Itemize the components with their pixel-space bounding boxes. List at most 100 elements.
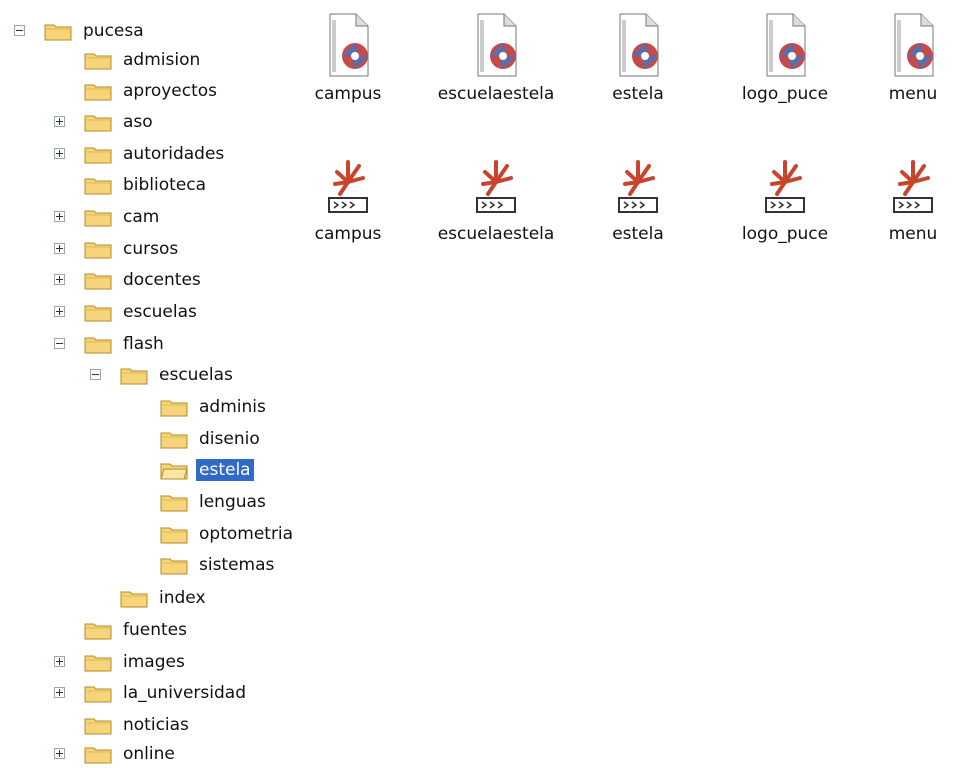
tree-row-aproyectos[interactable]: aproyectos: [84, 77, 220, 105]
expand-icon[interactable]: [54, 306, 65, 317]
tree-row-label: escuelas: [123, 302, 197, 322]
tree-row-label: aproyectos: [123, 81, 218, 101]
file-item-swf[interactable]: logo_puce: [715, 152, 855, 244]
expand-icon[interactable]: [54, 748, 65, 759]
tree-row-label: online: [123, 744, 175, 764]
file-item-fla[interactable]: estela: [568, 12, 708, 104]
file-name: menu: [888, 224, 938, 244]
file-item-swf[interactable]: campus: [278, 152, 418, 244]
tree-row-label-selected: estela: [196, 459, 254, 481]
tree-row-label: autoridades: [123, 144, 225, 164]
file-item-fla[interactable]: escuelaestela: [426, 12, 566, 104]
tree-row-label: fuentes: [123, 620, 187, 640]
expand-icon[interactable]: [54, 211, 65, 222]
file-name: logo_puce: [741, 84, 829, 104]
folder-icon: [84, 53, 112, 70]
tree-row-docentes[interactable]: docentes: [54, 266, 204, 294]
tree-row-flash-escuelas[interactable]: escuelas: [90, 361, 236, 389]
expand-icon[interactable]: [54, 656, 65, 667]
folder-icon: [44, 24, 72, 41]
tree-row-label: adminis: [199, 397, 266, 417]
fla-document-icon: [894, 13, 934, 77]
fla-document-icon: [766, 13, 806, 77]
file-item-fla[interactable]: campus: [278, 12, 418, 104]
tree-row-disenio[interactable]: disenio: [160, 425, 263, 453]
folder-icon: [84, 147, 112, 164]
folder-icon: [160, 495, 188, 512]
file-name: estela: [612, 84, 664, 104]
folder-icon: [84, 273, 112, 290]
tree-row-optometria[interactable]: optometria: [160, 520, 296, 548]
folder-icon: [84, 718, 112, 735]
tree-row-lenguas[interactable]: lenguas: [160, 488, 269, 516]
folder-icon: [84, 178, 112, 195]
tree-row-autoridades[interactable]: autoridades: [54, 140, 227, 168]
tree-row-la-universidad[interactable]: la_universidad: [54, 679, 249, 707]
file-name: logo_puce: [741, 224, 829, 244]
tree-row-images[interactable]: images: [54, 648, 188, 676]
file-item-swf[interactable]: menu: [860, 152, 966, 244]
swf-document-icon: [476, 156, 516, 214]
file-item-swf[interactable]: estela: [568, 152, 708, 244]
folder-icon: [160, 558, 188, 575]
expand-icon[interactable]: [54, 148, 65, 159]
folder-icon: [84, 305, 112, 322]
file-name: estela: [612, 224, 664, 244]
fla-document-icon: [477, 13, 517, 77]
folder-open-icon: [160, 463, 188, 480]
folder-icon: [84, 623, 112, 640]
tree-row-online[interactable]: online: [54, 740, 178, 768]
swf-document-icon: [765, 156, 805, 214]
tree-row-label: cam: [123, 207, 160, 227]
swf-document-icon: [328, 156, 368, 214]
tree-row-sistemas[interactable]: sistemas: [160, 551, 277, 579]
file-view: campus escuelaestela estela logo_puce me…: [300, 0, 966, 767]
file-name: campus: [314, 224, 382, 244]
tree-row-escuelas[interactable]: escuelas: [54, 298, 200, 326]
swf-document-icon: [618, 156, 658, 214]
tree-row-label: disenio: [199, 429, 260, 449]
tree-row-label: optometria: [199, 524, 294, 544]
folder-icon: [120, 591, 148, 608]
file-item-fla[interactable]: menu: [860, 12, 966, 104]
tree-row-label: admision: [123, 50, 201, 70]
tree-row-flash[interactable]: flash: [54, 330, 167, 358]
tree-row-label: pucesa: [83, 21, 144, 41]
file-item-swf[interactable]: escuelaestela: [426, 152, 566, 244]
fla-document-icon: [329, 13, 369, 77]
tree-row-biblioteca[interactable]: biblioteca: [84, 171, 209, 199]
collapse-icon[interactable]: [54, 338, 65, 349]
tree-row-label: escuelas: [159, 365, 233, 385]
collapse-icon[interactable]: [14, 25, 25, 36]
file-name: escuelaestela: [437, 84, 555, 104]
tree-row-label: cursos: [123, 239, 179, 259]
tree-row-noticias[interactable]: noticias: [84, 711, 192, 739]
tree-row-adminis[interactable]: adminis: [160, 393, 269, 421]
tree-row-pucesa[interactable]: pucesa: [14, 17, 147, 45]
folder-icon: [84, 115, 112, 132]
tree-row-label: sistemas: [199, 555, 275, 575]
tree-row-cursos[interactable]: cursos: [54, 235, 181, 263]
tree-row-label: docentes: [123, 270, 201, 290]
file-name: campus: [314, 84, 382, 104]
tree-row-index[interactable]: index: [120, 584, 209, 612]
tree-row-estela[interactable]: estela: [160, 456, 254, 484]
collapse-icon[interactable]: [90, 369, 101, 380]
folder-icon: [160, 400, 188, 417]
tree-row-admision[interactable]: admision: [84, 46, 203, 74]
expand-icon[interactable]: [54, 274, 65, 285]
tree-row-label: index: [159, 588, 206, 608]
tree-row-cam[interactable]: cam: [54, 203, 162, 231]
folder-icon: [84, 210, 112, 227]
folder-icon: [160, 527, 188, 544]
folder-icon: [84, 84, 112, 101]
tree-row-aso[interactable]: aso: [54, 108, 156, 136]
tree-row-fuentes[interactable]: fuentes: [84, 616, 190, 644]
expand-icon[interactable]: [54, 687, 65, 698]
folder-icon: [120, 368, 148, 385]
expand-icon[interactable]: [54, 243, 65, 254]
file-item-fla[interactable]: logo_puce: [715, 12, 855, 104]
tree-row-label: lenguas: [199, 492, 266, 512]
expand-icon[interactable]: [54, 116, 65, 127]
swf-document-icon: [893, 156, 933, 214]
